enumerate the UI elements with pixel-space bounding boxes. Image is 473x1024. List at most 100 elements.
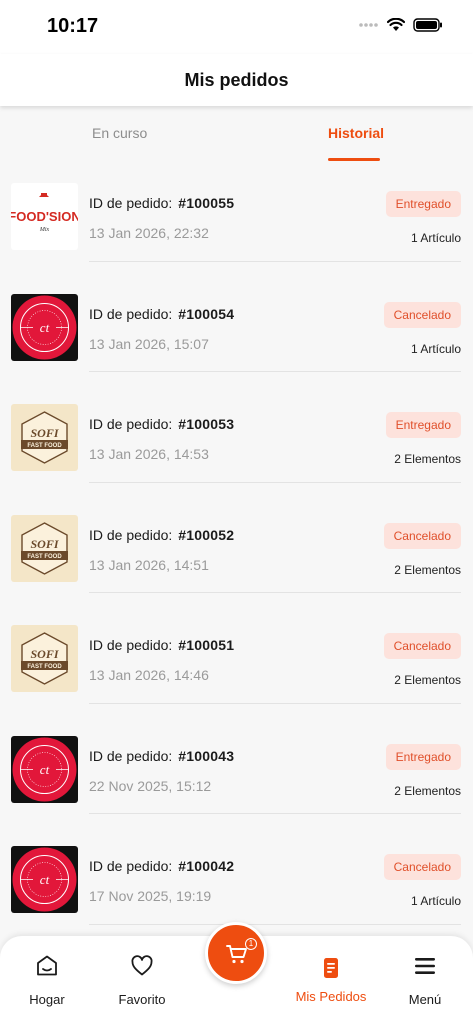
page-title: Mis pedidos	[184, 70, 289, 90]
nav-item-menu[interactable]: Menú	[380, 936, 470, 1024]
order-id-label: ID de pedido:	[89, 747, 173, 764]
order-item-count: 2 Elementos	[394, 783, 461, 798]
order-id: #100052	[178, 526, 235, 543]
order-id-line: ID de pedido: #100052	[89, 527, 234, 543]
order-id-line: ID de pedido: #100055	[89, 195, 234, 211]
order-id-label: ID de pedido:	[89, 637, 173, 653]
order-id-label: ID de pedido:	[89, 858, 173, 874]
logo-text: FOOD'SION	[11, 209, 78, 224]
heart-icon	[131, 955, 153, 976]
order-id: #100042	[178, 858, 235, 874]
nav-label-favorito: Favorito	[118, 992, 166, 1007]
order-id-line: ID de pedido: #100043	[89, 748, 234, 764]
order-id-line: ID de pedido: #100051	[89, 637, 234, 653]
row-divider	[89, 923, 461, 925]
logo-text: ct	[40, 872, 50, 887]
tab-historial[interactable]: Historial	[328, 125, 384, 141]
row-divider	[89, 592, 461, 593]
order-id-label: ID de pedido:	[89, 526, 173, 543]
order-row[interactable]: SOFI FAST FOOD ID de pedido: #100052 13 Jan …	[0, 502, 473, 613]
order-item-count: 1 Artículo	[410, 894, 461, 908]
signal-icon	[359, 23, 378, 27]
order-item-count: 1 Artículo	[410, 231, 461, 245]
order-id: #100054	[178, 305, 235, 322]
status-badge: Entregado	[385, 191, 461, 217]
nav-item-favorito[interactable]: Favorito	[97, 936, 187, 1024]
restaurant-logo: SOFI FAST FOOD	[11, 404, 78, 471]
home-icon	[37, 955, 57, 976]
order-id-label: ID de pedido:	[89, 195, 173, 211]
logo-subtext: FAST FOOD	[27, 554, 62, 560]
nav-item-hogar[interactable]: Hogar	[2, 936, 92, 1024]
row-divider	[89, 260, 461, 262]
nav-label-hogar: Hogar	[29, 992, 65, 1007]
order-row[interactable]: FOOD'SION Mix ID de pedido: #100055 13 Jan 2…	[0, 170, 473, 281]
nav-label-mis-pedidos: Mis Pedidos	[295, 989, 367, 1004]
logo-text: ct	[40, 320, 50, 335]
order-item-count: 2 Elementos	[394, 562, 461, 577]
order-id-line: ID de pedido: #100042	[89, 858, 234, 874]
order-item-count: 2 Elementos	[394, 452, 461, 466]
status-badge: Cancelado	[383, 633, 461, 659]
wifi-icon	[387, 18, 405, 31]
active-tab-indicator	[328, 158, 380, 161]
order-tabs: En curso Historial	[0, 106, 473, 162]
restaurant-logo: ct	[11, 735, 78, 803]
order-row[interactable]: SOFI FAST FOOD ID de pedido: #100051 13 Jan …	[0, 612, 473, 723]
status-badge: Entregado	[385, 743, 461, 770]
tab-en-curso[interactable]: En curso	[92, 125, 147, 141]
row-divider	[89, 702, 461, 704]
row-divider	[89, 813, 461, 814]
order-row[interactable]: ct ID de pedido: #100043 22 Nov 2025, 15:12…	[0, 723, 473, 834]
restaurant-logo: ct	[11, 293, 78, 361]
order-date: 13 Jan 2026, 14:51	[89, 556, 209, 573]
nav-item-mis-pedidos[interactable]: Mis Pedidos	[286, 936, 376, 1024]
order-id: #100051	[178, 637, 235, 653]
logo-text: SOFI	[30, 647, 59, 661]
logo-text: SOFI	[30, 426, 59, 440]
order-row[interactable]: SOFI FAST FOOD ID de pedido: #100053 13 Jan …	[0, 391, 473, 502]
order-id-label: ID de pedido:	[89, 416, 173, 432]
order-date: 13 Jan 2026, 14:53	[89, 446, 209, 462]
order-date: 13 Jan 2026, 14:46	[89, 667, 209, 683]
order-id-label: ID de pedido:	[89, 305, 173, 322]
row-divider	[89, 481, 461, 483]
row-divider	[89, 371, 461, 372]
cart-count-badge: 1	[245, 938, 257, 950]
logo-subtext: FAST FOOD	[27, 664, 62, 670]
logo-text: ct	[40, 762, 50, 777]
orders-icon	[324, 958, 338, 978]
order-id: #100043	[178, 747, 235, 764]
status-badge: Cancelado	[383, 854, 461, 880]
menu-icon	[415, 958, 435, 974]
status-icons	[359, 18, 443, 32]
cart-button[interactable]: 1	[205, 922, 267, 984]
restaurant-logo: SOFI FAST FOOD	[11, 625, 78, 692]
order-id: #100053	[178, 416, 235, 432]
nav-label-menu: Menú	[408, 992, 442, 1007]
order-row[interactable]: ct ID de pedido: #100054 13 Jan 2026, 15:07…	[0, 281, 473, 392]
order-date: 13 Jan 2026, 22:32	[89, 225, 209, 241]
status-badge: Cancelado	[383, 301, 461, 328]
restaurant-logo: SOFI FAST FOOD	[11, 514, 78, 582]
logo-subtext: Mix	[39, 227, 50, 233]
order-id: #100055	[178, 195, 235, 211]
order-date: 22 Nov 2025, 15:12	[89, 777, 212, 794]
order-id-line: ID de pedido: #100054	[89, 306, 234, 322]
restaurant-logo: ct	[11, 846, 78, 913]
logo-text: SOFI	[30, 537, 59, 551]
battery-icon	[413, 18, 442, 32]
status-badge: Entregado	[385, 412, 461, 438]
logo-subtext: FAST FOOD	[27, 443, 62, 449]
app-header: Mis pedidos	[0, 54, 473, 106]
order-id-line: ID de pedido: #100053	[89, 416, 234, 432]
order-date: 13 Jan 2026, 15:07	[89, 335, 209, 352]
status-time: 10:17	[47, 15, 99, 37]
status-badge: Cancelado	[383, 522, 461, 549]
order-date: 17 Nov 2025, 19:19	[89, 888, 212, 904]
order-item-count: 1 Artículo	[410, 341, 461, 356]
status-bar: 10:17	[0, 0, 473, 54]
orders-list: FOOD'SION Mix ID de pedido: #100055 13 Jan 2…	[0, 170, 473, 944]
restaurant-logo: FOOD'SION Mix	[11, 183, 78, 250]
order-item-count: 2 Elementos	[394, 673, 461, 687]
